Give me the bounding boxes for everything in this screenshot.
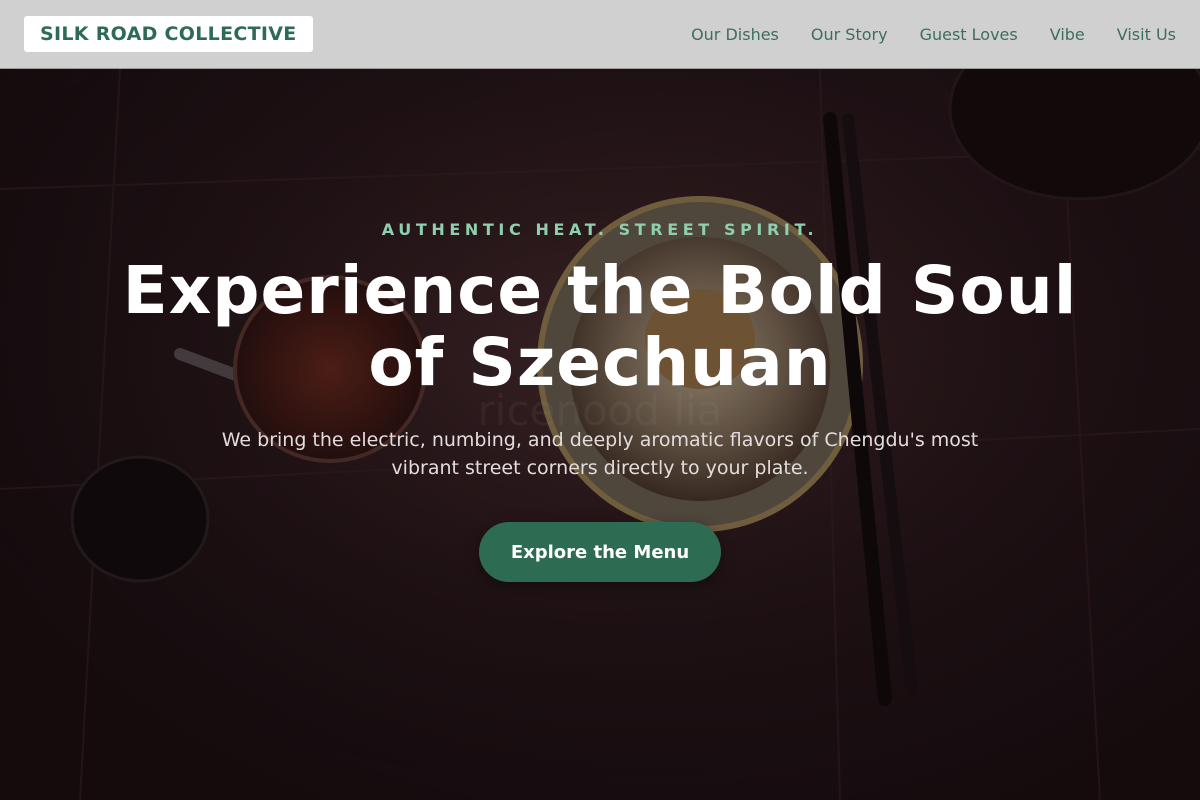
hero-content: AUTHENTIC HEAT. STREET SPIRIT. Experienc… bbox=[0, 69, 1200, 800]
nav-link-guest-loves[interactable]: Guest Loves bbox=[920, 25, 1018, 44]
nav-link-our-dishes[interactable]: Our Dishes bbox=[691, 25, 779, 44]
hero-headline: Experience the Bold Soul of Szechuan bbox=[122, 252, 1078, 401]
nav-link-our-story[interactable]: Our Story bbox=[811, 25, 888, 44]
nav-link-visit-us[interactable]: Visit Us bbox=[1117, 25, 1176, 44]
explore-menu-button[interactable]: Explore the Menu bbox=[479, 522, 721, 582]
site-header: SILK ROAD COLLECTIVE Our Dishes Our Stor… bbox=[0, 0, 1200, 69]
hero-subtext: We bring the electric, numbing, and deep… bbox=[221, 429, 979, 479]
logo[interactable]: SILK ROAD COLLECTIVE bbox=[24, 16, 313, 52]
nav-link-vibe[interactable]: Vibe bbox=[1050, 25, 1085, 44]
main-nav: Our Dishes Our Story Guest Loves Vibe Vi… bbox=[691, 25, 1176, 44]
hero-section: ricenood lia AUTHENTIC HEAT. STREET SPIR… bbox=[0, 69, 1200, 800]
hero-tagline: AUTHENTIC HEAT. STREET SPIRIT. bbox=[381, 220, 819, 239]
